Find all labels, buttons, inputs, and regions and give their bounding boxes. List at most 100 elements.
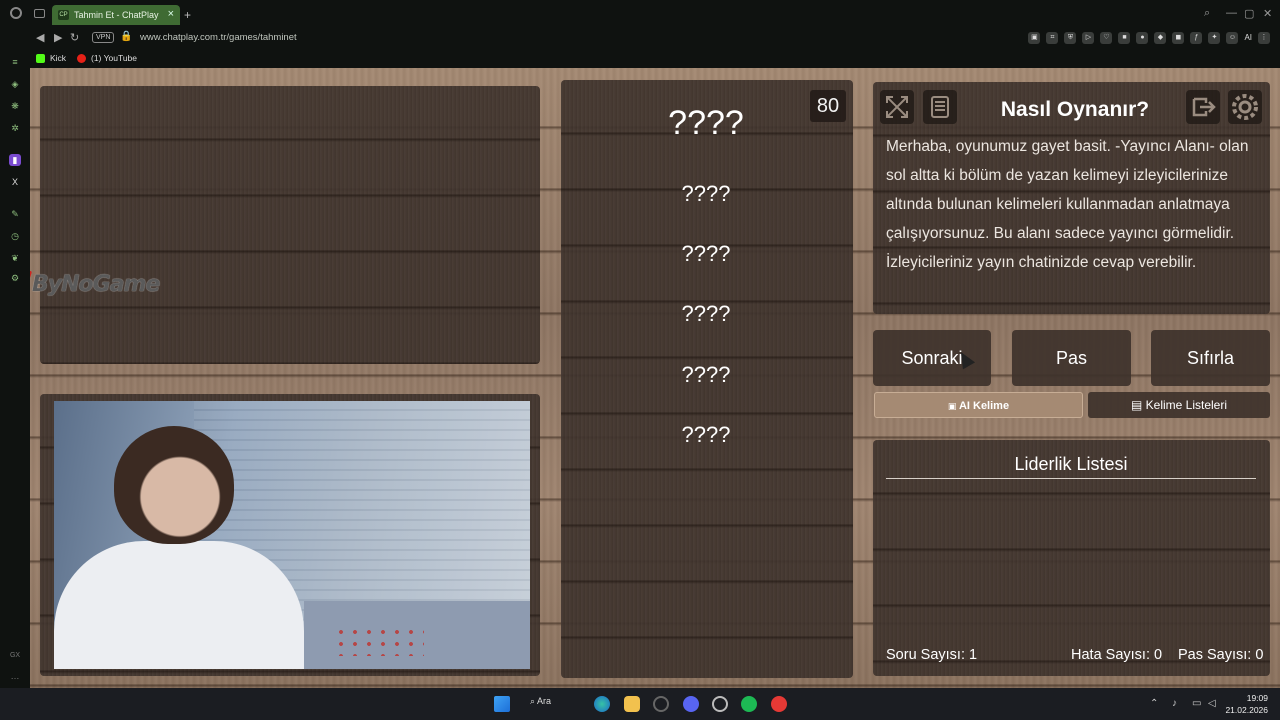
browser-tab-active[interactable]: CP Tahmin Et - ChatPlay × [52,5,180,25]
edge-icon[interactable] [594,696,610,712]
browser-toolbar: ◀ ▶ ↻ VPN 🔒 www.chatplay.com.tr/games/ta… [0,28,1280,50]
folder-icon[interactable] [624,696,640,712]
twitch-icon[interactable]: ▮ [9,154,21,166]
extension-icon-4[interactable]: ◼ [1172,32,1185,44]
bynogame-logo: ByNoGame [30,271,160,297]
tab-favicon: CP [58,10,69,20]
forward-icon[interactable]: ▶ [54,31,62,44]
word-lists-button[interactable]: ▤ Kelime Listeleri [1088,392,1270,418]
logo-text: ByNoGame [32,271,160,297]
extension-icon-2[interactable]: ● [1136,32,1149,44]
windows-start-icon[interactable] [494,696,510,712]
browser-sidebar: ≡ ◈ ❋ ✲ ▮ X ✎ ◷ ❦ ⚙ GX … [0,50,30,690]
app-icon[interactable] [712,696,728,712]
howto-text: Merhaba, oyunumuz gayet basit. -Yayıncı … [886,138,1249,271]
sidebar-icon-4[interactable]: ✲ [9,122,21,134]
browser-menu-icon[interactable] [10,7,22,19]
youtube-icon [77,53,86,63]
bookmark-label: (1) YouTube [91,53,137,63]
opera-gx-icon[interactable] [653,696,669,712]
snapshot-icon[interactable]: ▣ [1028,32,1041,44]
streamer-area-panel [40,86,540,364]
next-button[interactable]: Sonraki [873,330,991,386]
lock-icon[interactable]: 🔒 [120,31,132,42]
pass-button[interactable]: Pas [1012,330,1131,386]
extension-icon-3[interactable]: ◆ [1154,32,1167,44]
vpn-badge[interactable]: VPN [92,32,115,43]
sidebar-icon-6[interactable]: ❦ [9,252,21,264]
question-count: Soru Sayısı: 1 [886,647,978,663]
tabs-icon[interactable] [34,9,45,18]
close-icon[interactable]: × [168,8,174,20]
profile-avatar[interactable]: ☺ [1226,32,1239,44]
new-tab-icon[interactable]: + [184,8,191,22]
forbidden-word: ???? [681,181,731,206]
sidebar-icon-2[interactable]: ◈ [9,78,21,90]
back-icon[interactable]: ◀ [36,31,44,44]
more-menu-icon[interactable]: ⋮ [1258,32,1270,44]
heart-icon[interactable]: ♡ [1100,32,1113,44]
ai-icon: ▣ [947,401,959,411]
forbidden-word: ???? [681,241,731,266]
sidebar-icon-3[interactable]: ❋ [9,100,21,112]
tab-title: Tahmin Et - ChatPlay [74,10,159,20]
leaderboard-panel [873,440,1270,676]
bookmark-kick[interactable]: Kick [36,53,66,63]
sidebar-icon-5[interactable]: ✎ [9,208,21,220]
taskbar-clock[interactable]: 19:09 21.02.2026 [1225,692,1268,716]
x-icon[interactable]: X [9,176,21,188]
search-label: Ara [537,696,552,706]
bookmark-youtube[interactable]: (1) YouTube [77,53,137,63]
close-window-icon[interactable]: ✕ [1263,7,1272,20]
webcam-feed [54,401,530,669]
main-word: ???? [668,104,744,142]
taskbar-search[interactable]: ⌕ Ara [530,696,551,707]
fullscreen-icon[interactable] [880,90,914,124]
address-bar[interactable]: www.chatplay.com.tr/games/tahminet [140,32,297,43]
crop-icon[interactable]: ⌗ [1046,32,1059,44]
search-icon[interactable]: ⌕ [1204,7,1210,20]
volume-icon[interactable]: ◁ [1208,698,1216,709]
forbidden-word: ???? [681,301,731,326]
sidebar-icon-1[interactable]: ≡ [9,56,21,68]
ai-word-button[interactable]: ▣ AI Kelime [874,392,1083,418]
gear-icon[interactable] [1228,90,1262,124]
reset-button[interactable]: Sıfırla [1151,330,1270,386]
browser-tabbar: CP Tahmin Et - ChatPlay × + ⌕ — ▢ ✕ [0,0,1280,28]
chevron-up-icon[interactable]: ⌃ [1150,698,1158,709]
more-icon[interactable]: … [9,670,21,682]
word-lists-label: Kelime Listeleri [1145,398,1228,412]
microphone-icon[interactable]: ♪ [1172,698,1177,709]
background-flowers [334,626,424,656]
shield-icon[interactable]: ⛨ [1064,32,1077,44]
kick-icon [36,53,45,63]
extension-icon-1[interactable]: ■ [1118,32,1131,44]
list-icon: ▤ [1130,398,1146,412]
gx-icon[interactable]: GX [9,650,21,662]
ai-word-label: AI Kelime [958,400,1010,412]
spotify-icon[interactable] [741,696,757,712]
pass-count: Pas Sayısı: 0 [1178,647,1264,663]
exit-icon[interactable] [1186,90,1220,124]
ai-extension[interactable]: AI [1244,32,1252,44]
extension-icon-5[interactable]: ƒ [1190,32,1203,44]
bookmark-label: Kick [50,53,67,63]
minimize-icon[interactable]: — [1226,7,1237,19]
settings-icon[interactable]: ⚙ [9,272,21,284]
extension-icon-6[interactable]: ✦ [1208,32,1221,44]
maximize-icon[interactable]: ▢ [1244,7,1254,20]
monitor-icon[interactable]: ▭ [1192,698,1201,709]
howto-title: Nasıl Oynanır? [1000,98,1150,121]
play-icon[interactable]: ▷ [1082,32,1095,44]
discord-icon[interactable] [683,696,699,712]
leaderboard-divider [886,478,1256,479]
forbidden-word: ???? [681,422,731,447]
document-icon[interactable] [923,90,957,124]
streamer-head [114,426,234,544]
reload-icon[interactable]: ↻ [70,31,79,44]
clock-time: 19:09 [1246,693,1268,703]
streaming-app-icon[interactable] [771,696,787,712]
clock-icon[interactable]: ◷ [9,230,21,242]
windows-taskbar: ⌕ Ara ⌃ ♪ ▭ ◁ 19:09 21.02.2026 [0,688,1280,720]
forbidden-word: ???? [681,362,731,387]
